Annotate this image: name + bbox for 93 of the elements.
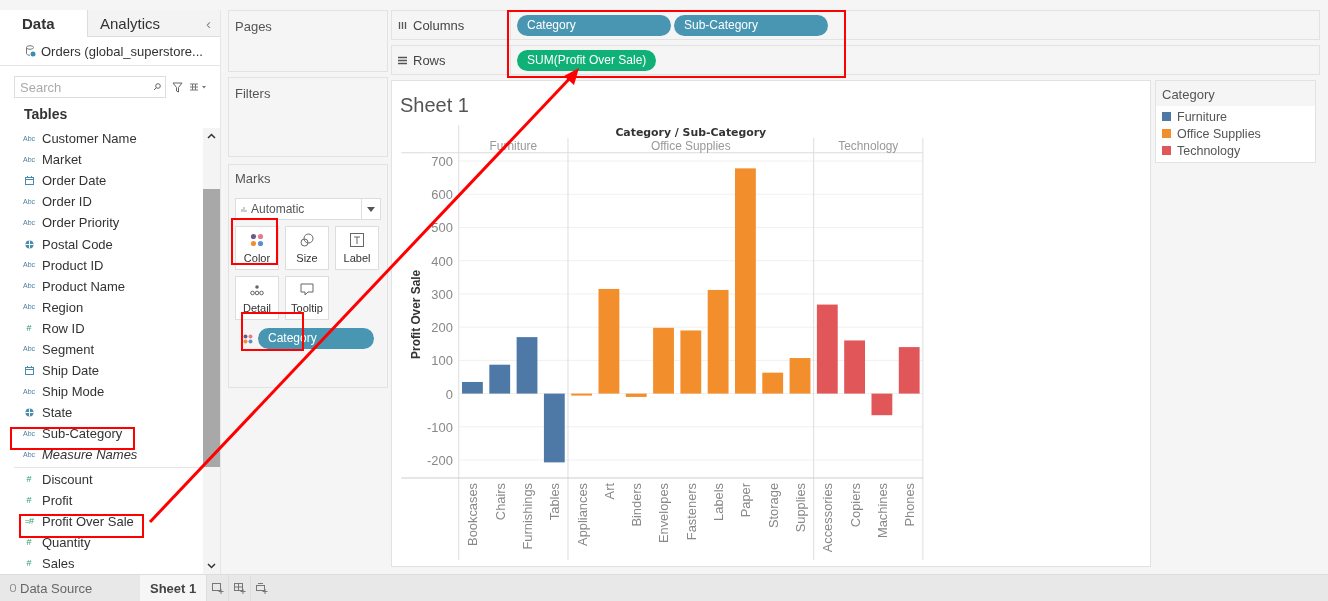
x-category-label: Supplies [792,482,808,533]
color-button[interactable]: Color [235,226,279,270]
sheet-tab[interactable]: Sheet 1 [140,575,207,601]
group-header: Office Supplies [651,138,731,153]
x-category-label: Copiers [847,482,863,528]
database-icon [26,45,36,57]
x-category-label: Machines [874,482,890,538]
x-category-label: Phones [902,482,918,527]
data-source-name[interactable]: Orders (global_superstore... [41,43,203,59]
pane-tab[interactable]: Analytics [87,10,197,37]
search-icon [153,83,161,91]
shelf-label: Columns [413,17,465,33]
y-tick-label: 500 [431,220,453,236]
y-tick-label: 100 [431,353,453,369]
filter-icon[interactable] [172,81,183,93]
x-category-label: Bookcases [465,482,481,546]
x-category-label: Appliances [574,482,590,546]
columns-icon [398,20,407,30]
field-item[interactable]: # Discount [14,468,203,490]
globe-icon [24,239,34,249]
bar-chart-icon [241,206,247,212]
globe-icon [24,408,34,418]
field-item[interactable]: # Sales [14,552,203,574]
label-button[interactable]: Label [335,226,379,270]
field-item[interactable]: # Profit [14,489,203,511]
text-label-icon [350,232,364,247]
scrollbar-thumb[interactable] [203,189,220,467]
card-title: Marks [235,171,272,186]
calculated-number-icon: =# [24,517,34,526]
legend-title: Category [1156,81,1315,106]
sheet-tab[interactable]: Data Source [0,575,140,601]
legend-label: Technology [1177,143,1241,158]
legend-label: Office Supplies [1177,126,1261,141]
sheet-title: Sheet 1 [399,93,470,118]
x-category-label: Accessories [820,482,836,553]
y-tick-label: 400 [431,253,453,269]
y-tick-label: 600 [431,187,453,202]
number-type-icon: # [26,538,32,547]
dropdown-caret-icon [367,206,375,212]
y-tick-label: 700 [431,153,453,169]
number-type-icon: # [26,475,32,484]
tooltip-button[interactable]: Tooltip [285,276,329,320]
size-circles-icon [300,232,314,247]
x-category-label: Furnishings [520,482,535,550]
field-item[interactable]: Ship Date [14,360,203,382]
color-encoding-icon [243,333,253,344]
field-item[interactable]: # Quantity [14,531,203,553]
y-tick-label: -200 [427,452,453,468]
card-title: Pages [235,19,272,34]
field-item[interactable]: =# Profit Over Sale [14,510,203,532]
number-type-icon: # [26,559,32,568]
cylinder-icon [10,584,16,592]
search-field[interactable]: Search [14,76,166,98]
number-type-icon: # [26,496,32,505]
view-options-icon[interactable] [189,82,207,92]
x-category-label: Labels [711,482,727,521]
x-category-label: Binders [629,482,645,527]
shelf-label: Rows [413,52,446,68]
detail-button[interactable]: Detail [235,276,279,320]
scrollbar[interactable] [203,128,220,574]
x-category-label: Fasteners [683,482,699,540]
rows-icon [398,55,407,65]
field-item[interactable]: State [14,402,203,424]
speech-bubble-icon [300,282,314,297]
y-tick-label: 200 [431,319,453,335]
x-category-label: Envelopes [656,482,672,543]
x-category-label: Storage [765,482,781,528]
x-category-label: Art [601,482,617,500]
scroll-down-icon[interactable] [207,563,216,569]
scroll-up-icon[interactable] [207,133,216,139]
mark-type-dropdown[interactable]: Automatic [235,198,381,220]
y-tick-label: 300 [431,286,453,302]
size-button[interactable]: Size [285,226,329,270]
legend-label: Furniture [1177,109,1228,124]
y-axis-title: Profit Over Sale [409,269,424,359]
calendar-icon [24,176,34,186]
x-category-label: Chairs [492,482,508,520]
detail-dots-icon [250,282,264,297]
field-item[interactable]: Order Date [14,170,203,192]
chart-title: Category / Sub-Category [615,125,767,139]
field-item[interactable]: Postal Code [14,233,203,255]
group-header: Technology [838,138,899,153]
y-tick-label: -100 [427,419,453,435]
calendar-icon [24,366,34,376]
y-tick-label: 0 [445,386,453,402]
field-item[interactable]: # Row ID [14,317,203,339]
highlight-box [231,218,278,265]
section-title: Tables [23,105,69,124]
card-title: Filters [235,86,271,101]
x-category-label: Tables [547,482,563,520]
color-dots-icon [250,232,264,247]
x-category-label: Paper [738,482,754,518]
number-type-icon: # [26,324,32,333]
